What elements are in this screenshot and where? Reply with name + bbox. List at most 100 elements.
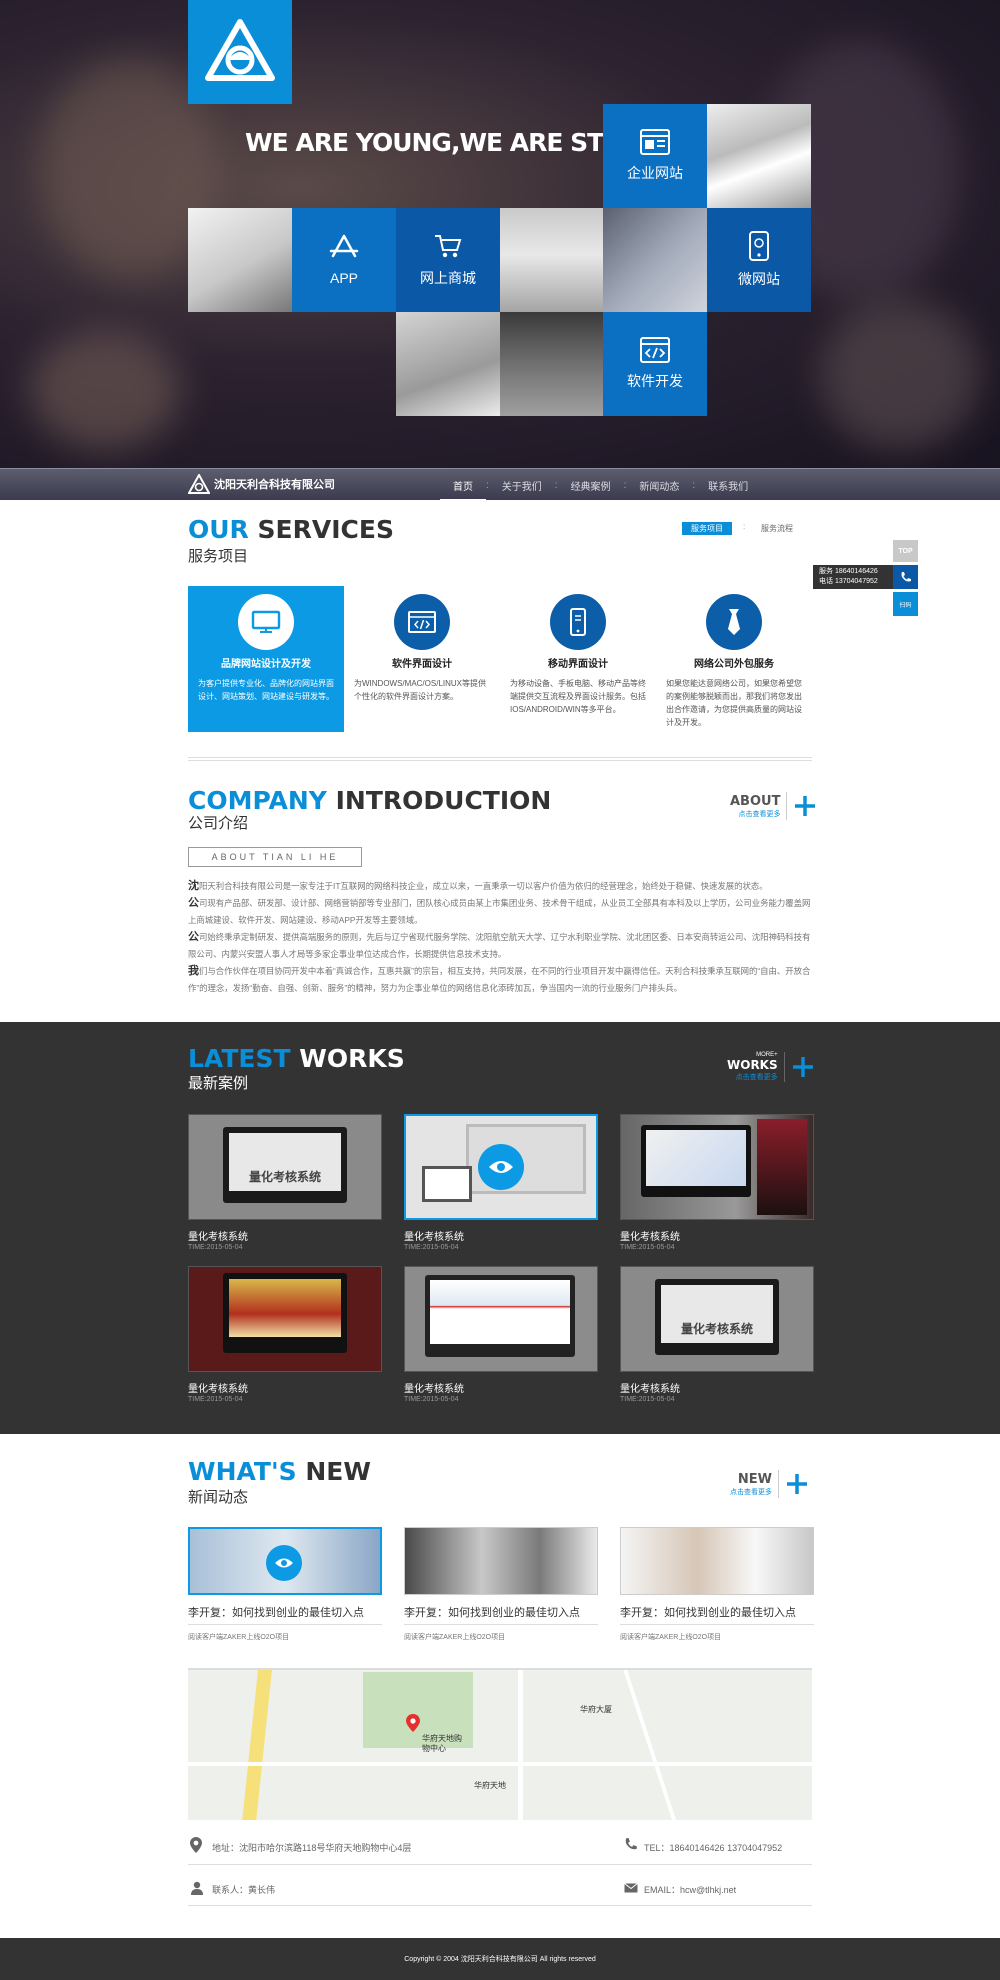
contact-row: 联系人：黄长伟 EMAIL：hcw@tlhkj.net	[188, 1880, 812, 1906]
location-map[interactable]: 华府天地购物中心 华府大厦 华府天地	[188, 1668, 812, 1820]
map-pin-icon[interactable]	[406, 1714, 420, 1737]
work-name[interactable]: 量化考核系统	[620, 1380, 680, 1395]
work-time: TIME:2015-05-04	[188, 1396, 243, 1403]
about-more-link[interactable]: ABOUT 点击查看更多	[730, 792, 817, 820]
phone-number-2: 13704047952	[834, 578, 878, 585]
work-name[interactable]: 量化考核系统	[188, 1380, 248, 1395]
more-divider	[783, 1052, 785, 1082]
footer: Copyright © 2004 沈阳天利合科技有限公司 All rights …	[0, 1938, 1000, 1980]
intro-paragraph: 沈阳天利合科技有限公司是一家专注于IT互联网的网络科技企业，成立以来，一直秉承一…	[188, 878, 812, 895]
nav-item-home[interactable]: 首页	[440, 470, 486, 501]
nav-item-about[interactable]: 关于我们	[489, 478, 555, 493]
service-title: 移动界面设计	[548, 659, 608, 670]
work-thumbnail[interactable]	[620, 1114, 814, 1220]
work-thumbnail[interactable]	[404, 1266, 598, 1372]
map-label: 华府天地购物中心	[422, 1734, 462, 1753]
code-window-icon	[640, 337, 670, 363]
service-card-mobile-ui[interactable]: 移动界面设计 为移动设备、手板电脑、移动产品等终端提供交互流程及界面设计服务。包…	[500, 586, 656, 732]
service-card-brand-website[interactable]: 品牌网站设计及开发 为客户提供专业化、品牌化的网站界面设计、网站策划、网站建设与…	[188, 586, 344, 732]
service-desc: 为WINDOWS/MAC/OS/LINUX等提供个性化的软件界面设计方案。	[354, 679, 487, 701]
phone-label: 服务	[819, 568, 833, 575]
paragraph-text: 阳天利合科技有限公司是一家专注于IT互联网的网络科技企业，成立以来，一直秉承一切…	[199, 881, 768, 891]
news-title: WHAT'S NEW	[188, 1457, 371, 1486]
service-desc: 为移动设备、手板电脑、移动产品等终端提供交互流程及界面设计服务。包括IOS/AN…	[510, 679, 646, 714]
more-hint: 点击查看更多	[730, 1488, 772, 1496]
works-more-link[interactable]: MORE+ WORKS 点击查看更多	[727, 1052, 815, 1082]
app-store-icon	[329, 234, 359, 258]
contact-tel: TEL：18640146426 13704047952	[644, 1843, 783, 1853]
news-image[interactable]	[188, 1527, 382, 1595]
character-artwork	[757, 1119, 807, 1215]
monitor-screen	[229, 1279, 341, 1337]
news-subtitle: 新闻动态	[188, 1489, 249, 1506]
intro-paragraph: 我们与合作伙伴在项目协同开发中本着“真诚合作，互惠共赢”的宗旨，相互支持，共同发…	[188, 963, 812, 997]
work-thumbnail-hover[interactable]	[404, 1114, 598, 1220]
monitor-screen	[646, 1130, 746, 1186]
work-time: TIME:2015-05-04	[404, 1244, 459, 1251]
work-name[interactable]: 量化考核系统	[404, 1380, 464, 1395]
paragraph-text: 司始终秉承定制研发、提供高端服务的原则，先后与辽宁省现代服务学院、沈阳航空航天大…	[188, 932, 811, 959]
work-name[interactable]: 量化考核系统	[188, 1228, 248, 1243]
email-icon	[624, 1883, 638, 1893]
works-section	[0, 1022, 1000, 1434]
monitor-frame: 量化考核系统	[655, 1279, 779, 1355]
news-image[interactable]	[404, 1527, 598, 1595]
monitor-icon	[238, 594, 294, 650]
work-name[interactable]: 量化考核系统	[620, 1228, 680, 1243]
side-top-button[interactable]: TOP	[893, 540, 918, 562]
news-headline[interactable]: 李开复：如何找到创业的最佳切入点	[188, 1604, 364, 1620]
work-thumbnail[interactable]: 量化考核系统	[620, 1266, 814, 1372]
eye-icon[interactable]	[478, 1144, 524, 1190]
news-title-highlight: WHAT'S	[188, 1457, 297, 1486]
works-title-highlight: LATEST	[188, 1044, 291, 1073]
services-title: OUR SERVICES	[188, 515, 394, 544]
news-headline[interactable]: 李开复：如何找到创业的最佳切入点	[620, 1604, 796, 1620]
navbar-brand[interactable]: 沈阳天利合科技有限公司	[188, 474, 335, 494]
services-tab-active[interactable]: 服务项目	[682, 522, 732, 535]
tab-separator: :	[743, 522, 746, 531]
works-title: LATEST WORKS	[188, 1044, 405, 1073]
monitor-screen	[430, 1280, 570, 1344]
section-divider	[188, 757, 812, 761]
services-title-main: SERVICES	[257, 515, 394, 544]
services-tab-process[interactable]: 服务流程	[761, 522, 793, 535]
tile-label: 网上商城	[420, 270, 476, 286]
news-more-link[interactable]: NEW 点击查看更多	[730, 1470, 809, 1498]
work-thumbnail[interactable]: 量化考核系统	[188, 1114, 382, 1220]
tile-software-dev[interactable]: 软件开发	[603, 312, 707, 416]
service-card-software-ui[interactable]: 软件界面设计 为WINDOWS/MAC/OS/LINUX等提供个性化的软件界面设…	[344, 586, 500, 732]
plus-icon	[792, 1057, 813, 1077]
shopping-cart-icon	[435, 235, 462, 258]
side-qr-button[interactable]: 扫码	[893, 592, 918, 616]
tile-photo-architecture	[603, 208, 707, 312]
tile-photo-office	[500, 208, 604, 312]
monitor-screen-text: 量化考核系统	[661, 1285, 773, 1343]
service-title: 品牌网站设计及开发	[221, 659, 311, 670]
work-time: TIME:2015-05-04	[620, 1244, 675, 1251]
nav-item-news[interactable]: 新闻动态	[626, 478, 692, 493]
tile-label: 企业网站	[627, 165, 683, 181]
phone-handset-icon	[901, 572, 911, 582]
service-card-outsourcing[interactable]: 网络公司外包服务 如果您能达意网络公司，如果您希望您的案例能够脱颖而出，那我们将…	[656, 586, 812, 732]
brand-logo[interactable]	[188, 0, 292, 104]
news-image[interactable]	[620, 1527, 814, 1595]
more-label: ABOUT	[730, 793, 781, 809]
nav-item-cases[interactable]: 经典案例	[558, 478, 624, 493]
work-thumbnail[interactable]	[188, 1266, 382, 1372]
eye-icon[interactable]	[266, 1545, 302, 1581]
news-title-main: NEW	[305, 1457, 371, 1486]
tile-online-store[interactable]: 网上商城	[396, 208, 500, 312]
side-phone-button[interactable]	[893, 565, 918, 589]
monitor-frame	[425, 1275, 575, 1357]
tile-enterprise-site[interactable]: 企业网站	[603, 104, 707, 208]
company-title-highlight: COMPANY	[188, 786, 327, 815]
location-pin-icon	[190, 1837, 202, 1853]
work-name[interactable]: 量化考核系统	[404, 1228, 464, 1243]
contact-email[interactable]: EMAIL：hcw@tlhkj.net	[644, 1883, 736, 1896]
tile-micro-site[interactable]: 微网站	[707, 208, 811, 312]
navbar-company-name: 沈阳天利合科技有限公司	[214, 479, 335, 491]
news-headline[interactable]: 李开复：如何找到创业的最佳切入点	[404, 1604, 580, 1620]
phone-icon	[749, 231, 769, 261]
tile-app[interactable]: APP	[292, 208, 396, 312]
nav-item-contact[interactable]: 联系我们	[695, 478, 761, 493]
